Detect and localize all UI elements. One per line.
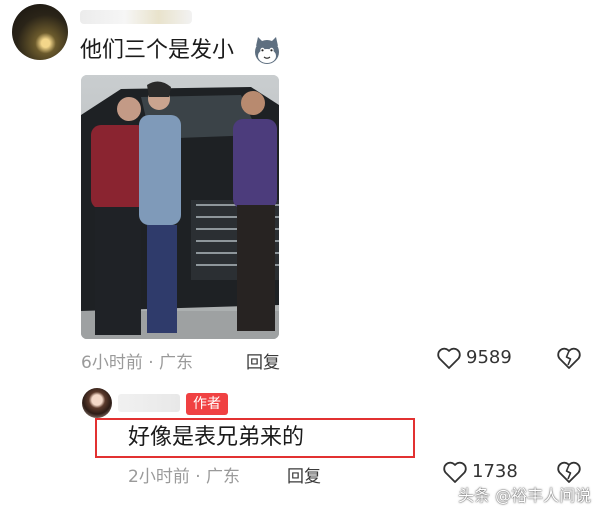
reply-timestamp: 2小时前 · 广东 — [128, 467, 241, 487]
broken-heart-icon[interactable] — [556, 460, 582, 484]
author-avatar[interactable] — [82, 388, 112, 418]
reply-reply-button[interactable]: 回复 — [287, 462, 321, 487]
author-badge: 作者 — [186, 393, 228, 415]
like-count: 9589 — [466, 347, 512, 368]
commenter-name-blurred[interactable] — [80, 10, 192, 24]
reply-like-count: 1738 — [472, 461, 518, 482]
commenter-avatar[interactable] — [12, 4, 68, 60]
reply-button[interactable]: 回复 — [246, 348, 280, 373]
heart-outline-icon[interactable] — [442, 460, 468, 484]
reply-text: 好像是表兄弟来的 — [128, 425, 305, 450]
watermark: 头条 @裕丰人间说 — [458, 486, 592, 505]
comment-photo[interactable] — [81, 75, 279, 339]
comment-timestamp: 6小时前 · 广东 — [81, 353, 194, 373]
street-photo-illustration — [81, 75, 279, 339]
heart-outline-icon[interactable] — [436, 346, 462, 370]
broken-heart-icon[interactable] — [556, 346, 582, 370]
cat-face-icon — [255, 37, 279, 64]
author-name-blurred[interactable] — [118, 394, 180, 412]
comment-text: 他们三个是发小 — [80, 38, 235, 63]
